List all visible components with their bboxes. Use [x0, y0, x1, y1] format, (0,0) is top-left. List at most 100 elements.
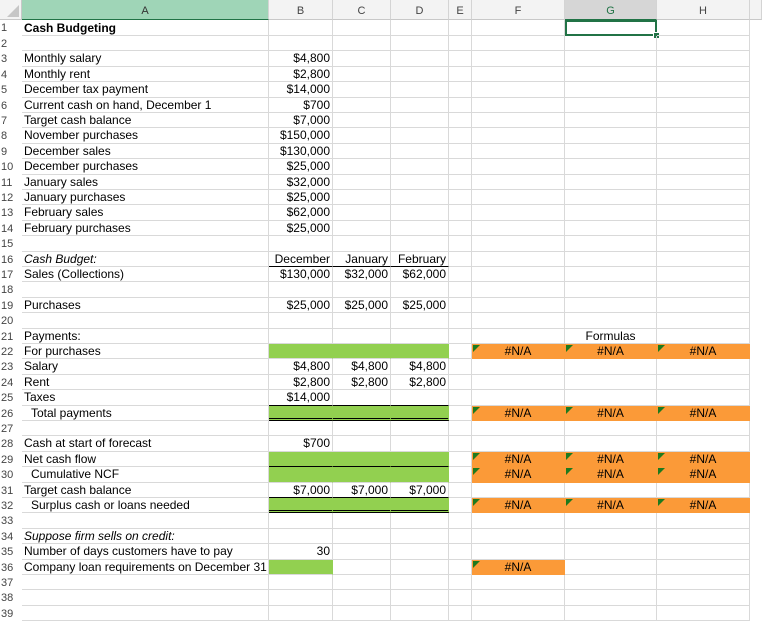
cell-g3[interactable]	[565, 51, 657, 67]
cell-a37[interactable]	[22, 575, 269, 591]
cell-c21[interactable]	[333, 328, 391, 344]
cell-h12[interactable]	[657, 190, 750, 206]
cell-f33[interactable]	[472, 513, 565, 529]
cell-c39[interactable]	[333, 605, 391, 621]
row-header-14[interactable]: 14	[0, 220, 22, 237]
cell-b22[interactable]	[269, 344, 333, 360]
cell-g13[interactable]	[565, 205, 657, 221]
cell-c1[interactable]	[333, 20, 391, 36]
cell-d19[interactable]: $25,000	[391, 297, 449, 314]
cell-f9[interactable]	[472, 143, 565, 160]
cell-h30[interactable]: #N/A	[657, 467, 750, 483]
column-header-g[interactable]: G	[565, 0, 657, 20]
cell-f16[interactable]	[472, 251, 565, 267]
cell-c13[interactable]	[333, 205, 391, 221]
cell-e23[interactable]	[449, 359, 472, 375]
cell-b12[interactable]: $25,000	[269, 190, 333, 206]
cell-e1[interactable]	[449, 20, 472, 36]
cell-g25[interactable]	[565, 390, 657, 406]
cell-a3[interactable]: Monthly salary	[22, 51, 269, 67]
cell-e19[interactable]	[449, 297, 472, 314]
cell-g27[interactable]	[565, 421, 657, 437]
cell-f31[interactable]	[472, 482, 565, 498]
cell-a29[interactable]: Net cash flow	[22, 451, 269, 468]
row-header-38[interactable]: 38	[0, 590, 22, 606]
cell-b38[interactable]	[269, 590, 333, 606]
cell-e24[interactable]	[449, 374, 472, 391]
cell-d5[interactable]	[391, 82, 449, 98]
cell-h15[interactable]	[657, 236, 750, 252]
cell-c7[interactable]	[333, 113, 391, 129]
cell-e10[interactable]	[449, 159, 472, 175]
cell-c11[interactable]	[333, 174, 391, 190]
cell-h2[interactable]	[657, 36, 750, 52]
cell-d24[interactable]: $2,800	[391, 374, 449, 391]
cell-a26[interactable]: Total payments	[22, 405, 269, 421]
cell-c10[interactable]	[333, 159, 391, 175]
row-header-20[interactable]: 20	[0, 313, 22, 329]
row-header-7[interactable]: 7	[0, 113, 22, 129]
cell-g7[interactable]	[565, 113, 657, 129]
cell-d23[interactable]: $4,800	[391, 359, 449, 375]
cell-g31[interactable]	[565, 482, 657, 498]
column-header-b[interactable]: B	[269, 0, 333, 20]
cell-h3[interactable]	[657, 51, 750, 67]
cell-e20[interactable]	[449, 313, 472, 329]
cell-h4[interactable]	[657, 66, 750, 83]
cell-f6[interactable]	[472, 97, 565, 113]
cell-c16[interactable]: January	[333, 251, 391, 267]
cell-e27[interactable]	[449, 421, 472, 437]
cell-d1[interactable]	[391, 20, 449, 36]
cell-g30[interactable]: #N/A	[565, 467, 657, 483]
cell-b23[interactable]: $4,800	[269, 359, 333, 375]
cell-h5[interactable]	[657, 82, 750, 98]
cell-e11[interactable]	[449, 174, 472, 190]
cell-b35[interactable]: 30	[269, 544, 333, 560]
cell-f28[interactable]	[472, 436, 565, 452]
cell-a21[interactable]: Payments:	[22, 328, 269, 344]
cell-f13[interactable]	[472, 205, 565, 221]
cell-b5[interactable]: $14,000	[269, 82, 333, 98]
cell-c22[interactable]	[333, 344, 391, 360]
cell-f21[interactable]	[472, 328, 565, 344]
cell-h8[interactable]	[657, 128, 750, 144]
cell-e15[interactable]	[449, 236, 472, 252]
cell-g24[interactable]	[565, 374, 657, 391]
cell-f23[interactable]	[472, 359, 565, 375]
cell-h16[interactable]	[657, 251, 750, 267]
cell-b21[interactable]	[269, 328, 333, 344]
row-header-25[interactable]: 25	[0, 390, 22, 406]
cell-f7[interactable]	[472, 113, 565, 129]
cell-e14[interactable]	[449, 220, 472, 237]
row-header-19[interactable]: 19	[0, 297, 22, 314]
cell-e8[interactable]	[449, 128, 472, 144]
row-header-23[interactable]: 23	[0, 359, 22, 375]
cell-h11[interactable]	[657, 174, 750, 190]
cell-c23[interactable]: $4,800	[333, 359, 391, 375]
row-header-24[interactable]: 24	[0, 374, 22, 391]
cell-e12[interactable]	[449, 190, 472, 206]
row-header-32[interactable]: 32	[0, 498, 22, 514]
cell-d22[interactable]	[391, 344, 449, 360]
cell-f20[interactable]	[472, 313, 565, 329]
cell-d12[interactable]	[391, 190, 449, 206]
column-header-f[interactable]: F	[472, 0, 565, 20]
cell-a8[interactable]: November purchases	[22, 128, 269, 144]
cell-e35[interactable]	[449, 544, 472, 560]
cell-b30[interactable]	[269, 467, 333, 483]
cell-e18[interactable]	[449, 282, 472, 298]
cell-h24[interactable]	[657, 374, 750, 391]
cell-a35[interactable]: Number of days customers have to pay	[22, 544, 269, 560]
cell-c20[interactable]	[333, 313, 391, 329]
cell-d38[interactable]	[391, 590, 449, 606]
cell-d37[interactable]	[391, 575, 449, 591]
cell-g37[interactable]	[565, 575, 657, 591]
cell-a38[interactable]	[22, 590, 269, 606]
cell-f38[interactable]	[472, 590, 565, 606]
cell-d20[interactable]	[391, 313, 449, 329]
select-all-corner[interactable]	[0, 0, 22, 20]
cell-h18[interactable]	[657, 282, 750, 298]
cell-e17[interactable]	[449, 267, 472, 283]
cell-g14[interactable]	[565, 220, 657, 237]
cell-c26[interactable]	[333, 405, 391, 421]
